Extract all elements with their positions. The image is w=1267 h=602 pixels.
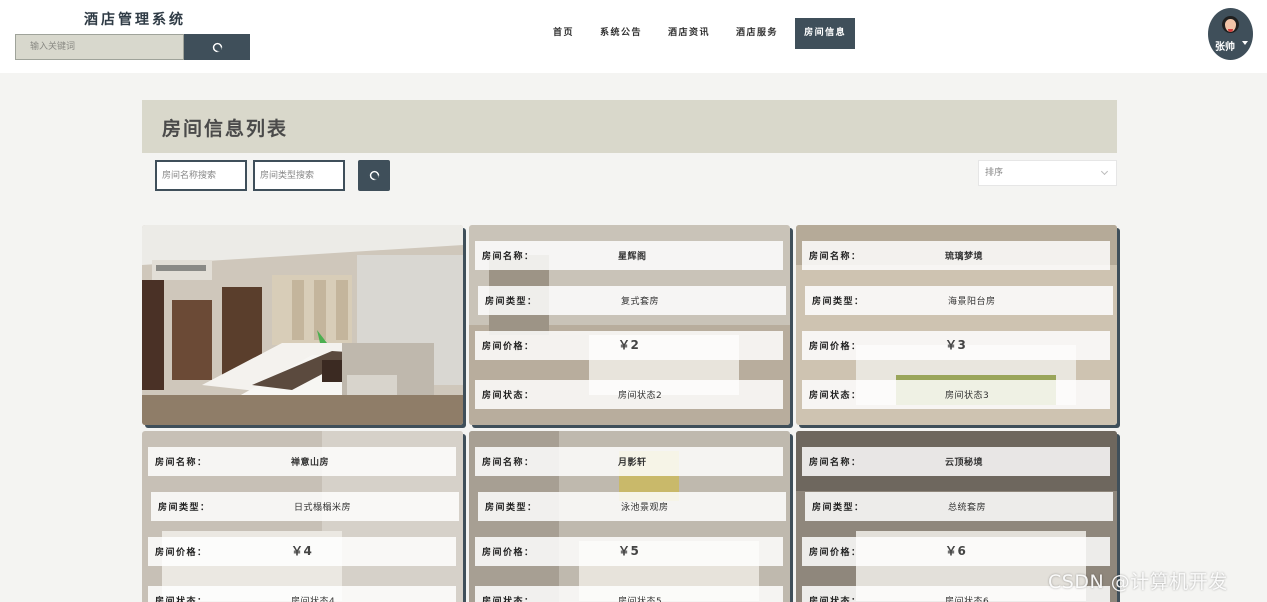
room-status-label: 房间状态： bbox=[155, 597, 208, 602]
nav-hotel-news[interactable]: 酒店资讯 bbox=[655, 18, 723, 49]
header-search bbox=[15, 34, 250, 60]
search-icon bbox=[212, 42, 222, 52]
header: 酒店管理系统 首页 系统公告 酒店资讯 酒店服务 房间信息 张帅 bbox=[0, 0, 1267, 73]
search-icon bbox=[369, 170, 379, 181]
room-type-row: 房间类型： 海景阳台房 bbox=[805, 286, 1113, 315]
main-nav: 首页 系统公告 酒店资讯 酒店服务 房间信息 bbox=[540, 18, 856, 49]
room-price-value: ￥6 bbox=[945, 544, 967, 558]
room-name-value: 禅意山房 bbox=[291, 458, 330, 468]
room-status-row: 房间状态： 房间状态2 bbox=[475, 380, 783, 409]
room-name-search-input[interactable] bbox=[155, 160, 247, 191]
user-avatar-menu[interactable]: 张帅 bbox=[1208, 8, 1253, 60]
sort-label: 排序 bbox=[985, 168, 1004, 178]
room-status-row: 房间状态： 房间状态3 bbox=[802, 380, 1110, 409]
room-name-value: 星辉阁 bbox=[618, 252, 647, 262]
room-status-label: 房间状态： bbox=[482, 597, 535, 602]
watermark: CSDN @计算机开发 bbox=[1048, 571, 1228, 593]
room-price-value: ￥2 bbox=[618, 338, 640, 352]
keyword-search-input[interactable] bbox=[15, 34, 184, 60]
nav-announcements[interactable]: 系统公告 bbox=[587, 18, 655, 49]
site-title: 酒店管理系统 bbox=[84, 12, 186, 28]
room-photo bbox=[142, 225, 463, 425]
room-name-value: 月影轩 bbox=[618, 458, 647, 468]
room-name-value: 琉璃梦境 bbox=[945, 252, 984, 262]
room-price-label: 房间价格： bbox=[809, 548, 862, 558]
room-type-label: 房间类型： bbox=[485, 503, 538, 513]
room-name-row: 房间名称： 禅意山房 bbox=[148, 447, 456, 476]
room-card[interactable]: 房间名称： 琉璃梦境 房间类型： 海景阳台房 房间价格： ￥3 房间状态： 房间… bbox=[796, 225, 1117, 425]
room-type-row: 房间类型： 复式套房 bbox=[478, 286, 786, 315]
room-status-label: 房间状态： bbox=[482, 391, 535, 401]
room-status-value: 房间状态5 bbox=[618, 597, 663, 602]
nav-hotel-services[interactable]: 酒店服务 bbox=[723, 18, 791, 49]
room-price-label: 房间价格： bbox=[809, 342, 862, 352]
room-name-label: 房间名称： bbox=[809, 252, 862, 262]
room-price-value: ￥4 bbox=[291, 544, 313, 558]
chevron-down-icon bbox=[1100, 167, 1109, 176]
room-price-row: 房间价格： ￥3 bbox=[802, 331, 1110, 360]
room-status-value: 房间状态4 bbox=[291, 597, 336, 602]
room-card[interactable]: 房间名称： 月影轩 房间类型： 泳池景观房 房间价格： ￥5 房间状态： 房间状… bbox=[469, 431, 790, 602]
room-type-value: 总统套房 bbox=[948, 503, 987, 513]
room-type-value: 日式榻榻米房 bbox=[294, 503, 352, 513]
sort-select[interactable]: 排序 bbox=[978, 160, 1117, 186]
room-type-label: 房间类型： bbox=[485, 297, 538, 307]
room-name-label: 房间名称： bbox=[809, 458, 862, 468]
room-card[interactable]: 房间名称： 星辉阁 房间类型： 复式套房 房间价格： ￥2 房间状态： 房间状态… bbox=[469, 225, 790, 425]
room-price-row: 房间价格： ￥5 bbox=[475, 537, 783, 566]
page-title-bar: 房间信息列表 bbox=[142, 100, 1117, 153]
room-price-label: 房间价格： bbox=[155, 548, 208, 558]
room-type-row: 房间类型： 总统套房 bbox=[805, 492, 1113, 521]
room-type-value: 复式套房 bbox=[621, 297, 660, 307]
room-status-row: 房间状态： 房间状态4 bbox=[148, 586, 456, 602]
room-type-row: 房间类型： 日式榻榻米房 bbox=[151, 492, 459, 521]
room-card[interactable]: 房间名称： 禅意山房 房间类型： 日式榻榻米房 房间价格： ￥4 房间状态： 房… bbox=[142, 431, 463, 602]
room-status-value: 房间状态3 bbox=[945, 391, 990, 401]
room-price-value: ￥5 bbox=[618, 544, 640, 558]
room-status-label: 房间状态： bbox=[809, 391, 862, 401]
room-name-label: 房间名称： bbox=[155, 458, 208, 468]
room-name-row: 房间名称： 星辉阁 bbox=[475, 241, 783, 270]
caret-down-icon bbox=[1242, 41, 1248, 45]
room-type-label: 房间类型： bbox=[812, 297, 865, 307]
nav-home[interactable]: 首页 bbox=[540, 18, 587, 49]
room-type-label: 房间类型： bbox=[158, 503, 211, 513]
room-price-row: 房间价格： ￥4 bbox=[148, 537, 456, 566]
user-name: 张帅 bbox=[1215, 42, 1235, 53]
room-name-value: 云顶秘境 bbox=[945, 458, 984, 468]
nav-room-info[interactable]: 房间信息 bbox=[795, 18, 856, 49]
keyword-search-button[interactable] bbox=[184, 34, 250, 60]
room-type-label: 房间类型： bbox=[812, 503, 865, 513]
room-card-photo[interactable] bbox=[142, 225, 463, 425]
room-name-label: 房间名称： bbox=[482, 252, 535, 262]
filter-search-button[interactable] bbox=[358, 160, 390, 191]
room-name-row: 房间名称： 云顶秘境 bbox=[802, 447, 1110, 476]
room-status-value: 房间状态2 bbox=[618, 391, 663, 401]
room-name-row: 房间名称： 月影轩 bbox=[475, 447, 783, 476]
room-status-label: 房间状态： bbox=[809, 597, 862, 602]
room-name-row: 房间名称： 琉璃梦境 bbox=[802, 241, 1110, 270]
room-type-value: 海景阳台房 bbox=[948, 297, 996, 307]
room-status-row: 房间状态： 房间状态5 bbox=[475, 586, 783, 602]
room-name-label: 房间名称： bbox=[482, 458, 535, 468]
room-type-value: 泳池景观房 bbox=[621, 503, 669, 513]
room-type-search-input[interactable] bbox=[253, 160, 345, 191]
room-price-label: 房间价格： bbox=[482, 548, 535, 558]
room-price-row: 房间价格： ￥2 bbox=[475, 331, 783, 360]
room-status-value: 房间状态6 bbox=[945, 597, 990, 602]
room-price-row: 房间价格： ￥6 bbox=[802, 537, 1110, 566]
room-price-value: ￥3 bbox=[945, 338, 967, 352]
room-type-row: 房间类型： 泳池景观房 bbox=[478, 492, 786, 521]
page-title: 房间信息列表 bbox=[162, 118, 289, 140]
room-price-label: 房间价格： bbox=[482, 342, 535, 352]
